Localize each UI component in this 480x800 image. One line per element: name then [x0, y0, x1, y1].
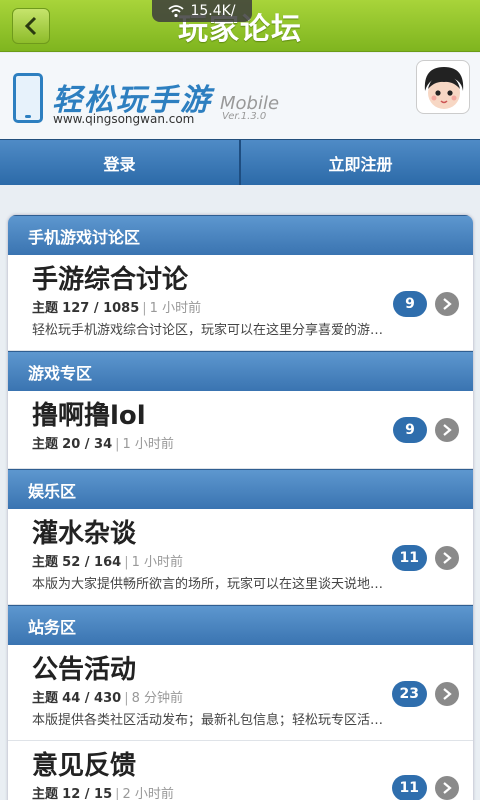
category-header: 娱乐区: [8, 469, 473, 509]
new-post-count-badge: 9: [393, 417, 427, 443]
board-description: 轻松玩手机游戏综合讨论区，玩家可以在这里分享喜爱的游…: [32, 323, 384, 338]
forum-list: 手机游戏讨论区 手游综合讨论 主题 127 / 1085 | 1 小时前 轻松玩手机…: [8, 215, 473, 800]
category-header: 站务区: [8, 605, 473, 645]
version-label: Ver.1.3.0: [222, 111, 267, 122]
login-button[interactable]: 登录: [0, 140, 239, 185]
board-description: 本版为大家提供畅所欲言的场所，玩家可以在这里谈天说地…: [32, 577, 384, 592]
last-post-time: 2 小时前: [122, 787, 174, 800]
wifi-icon: [168, 5, 185, 18]
board-item[interactable]: 意见反馈 主题 12 / 15 | 2 小时前 11: [8, 741, 473, 800]
avatar-face-icon: [424, 67, 464, 109]
chevron-right-icon[interactable]: [435, 292, 459, 316]
chevron-right-icon[interactable]: [435, 546, 459, 570]
auth-bar: 登录 立即注册: [0, 139, 480, 185]
thread-count: 44 / 430: [62, 691, 122, 706]
thread-count: 20 / 34: [62, 437, 113, 452]
last-post-time: 1 小时前: [122, 437, 174, 452]
thread-count: 12 / 15: [62, 787, 113, 800]
last-post-time: 8 分钟前: [131, 691, 183, 706]
new-post-count-badge: 23: [391, 681, 427, 707]
site-url: www.qingsongwan.com: [53, 112, 195, 126]
logo-area: 轻松玩手游 www.qingsongwan.com Mobile Ver.1.3…: [0, 53, 480, 139]
category-header: 游戏专区: [8, 351, 473, 391]
board-item[interactable]: 手游综合讨论 主题 127 / 1085 | 1 小时前 轻松玩手机游戏综合讨论区，…: [8, 255, 473, 351]
user-avatar[interactable]: [416, 60, 470, 114]
network-speed: 15.4K/: [190, 3, 236, 19]
board-item[interactable]: 撸啊撸lol 主题 20 / 34 | 1 小时前 9: [8, 391, 473, 469]
board-item[interactable]: 公告活动 主题 44 / 430 | 8 分钟前 本版提供各类社区活动发布；最新礼包…: [8, 645, 473, 741]
category-header: 手机游戏讨论区: [8, 215, 473, 255]
last-post-time: 1 小时前: [149, 301, 202, 316]
phone-logo-icon: [13, 73, 43, 123]
new-post-count-badge: 11: [391, 545, 427, 571]
register-button[interactable]: 立即注册: [239, 140, 480, 185]
board-description: 本版提供各类社区活动发布；最新礼包信息；轻松玩专区活…: [32, 713, 384, 728]
new-post-count-badge: 9: [393, 291, 427, 317]
chevron-right-icon[interactable]: [435, 776, 459, 800]
chevron-right-icon[interactable]: [435, 682, 459, 706]
last-post-time: 1 小时前: [131, 555, 183, 570]
title-bar: 玩家论坛 15.4K/: [0, 0, 480, 52]
board-item[interactable]: 灌水杂谈 主题 52 / 164 | 1 小时前 本版为大家提供畅所欲言的场所，玩家…: [8, 509, 473, 605]
thread-count: 127 / 1085: [62, 301, 140, 316]
new-post-count-badge: 11: [391, 775, 427, 800]
thread-count: 52 / 164: [62, 555, 122, 570]
chevron-right-icon[interactable]: [435, 418, 459, 442]
network-status: 15.4K/: [152, 0, 252, 22]
